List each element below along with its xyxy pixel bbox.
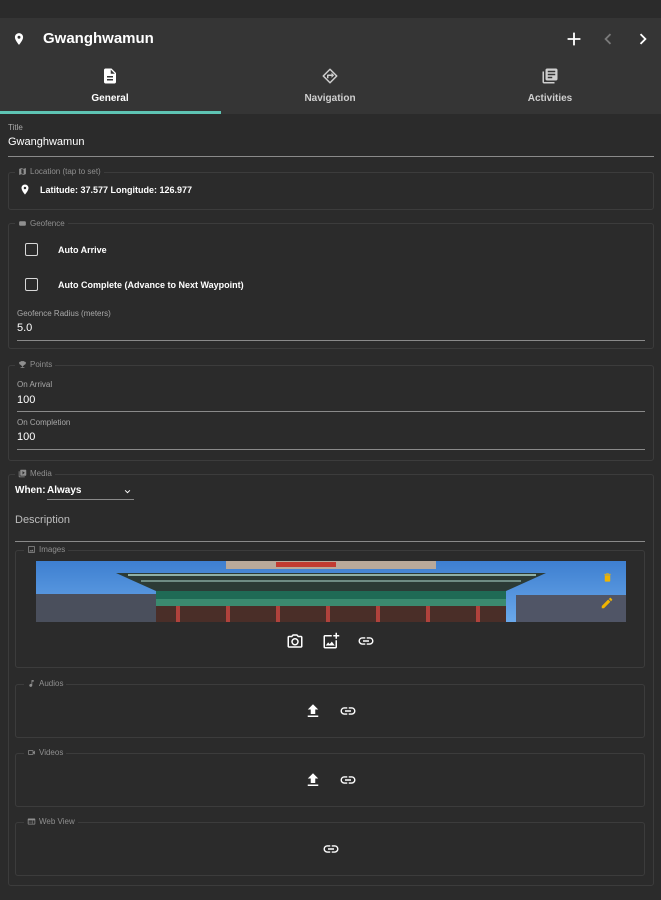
on-arrival-input[interactable]: 100	[17, 394, 35, 406]
upload-icon[interactable]	[304, 771, 324, 791]
edit-icon[interactable]	[600, 596, 614, 610]
location-value[interactable]: Latitude: 37.577 Longitude: 126.977	[40, 185, 192, 195]
media-legend: Media	[15, 469, 55, 478]
title-label: Title	[8, 123, 23, 132]
points-section	[8, 365, 654, 461]
upload-icon[interactable]	[304, 702, 324, 722]
image-icon	[28, 546, 35, 553]
geofence-legend: Geofence	[15, 219, 68, 228]
title-input[interactable]: Gwanghwamun	[8, 136, 84, 148]
description-underline	[15, 541, 645, 542]
images-legend-text: Images	[39, 545, 66, 554]
auto-complete-label: Auto Complete (Advance to Next Waypoint)	[58, 280, 244, 290]
on-completion-label: On Completion	[17, 418, 71, 427]
link-icon[interactable]	[339, 771, 359, 791]
document-icon	[101, 67, 119, 85]
when-dropdown[interactable]: When: Always	[15, 484, 134, 500]
page-title: Gwanghwamun	[43, 30, 154, 47]
when-label: When:	[15, 485, 46, 496]
audios-section	[15, 684, 645, 738]
when-underline	[47, 499, 134, 500]
location-pin-icon	[12, 30, 26, 48]
points-legend: Points	[15, 360, 56, 369]
videos-section	[15, 753, 645, 807]
web-icon	[27, 818, 36, 825]
media-icon	[18, 469, 27, 478]
on-arrival-label: On Arrival	[17, 380, 53, 389]
location-legend: Location (tap to set)	[15, 167, 104, 176]
geofence-radius-underline	[17, 340, 645, 341]
media-legend-text: Media	[30, 469, 52, 478]
link-icon[interactable]	[357, 632, 377, 652]
directions-icon	[321, 67, 339, 85]
chevron-left-icon[interactable]	[597, 28, 619, 50]
location-pin-icon	[19, 182, 31, 197]
location-legend-text: Location (tap to set)	[30, 167, 101, 176]
library-icon	[541, 67, 559, 85]
web-view-legend-text: Web View	[39, 817, 75, 826]
chevron-down-icon	[122, 486, 133, 497]
web-view-legend: Web View	[24, 817, 78, 826]
geofence-legend-text: Geofence	[30, 219, 65, 228]
tab-label: Activities	[527, 93, 573, 104]
tab-indicator	[0, 111, 221, 114]
tab-label: Navigation	[304, 93, 356, 104]
tab-label: General	[91, 93, 129, 104]
tab-bar: General Navigation Activities	[0, 60, 661, 114]
status-bar	[0, 0, 661, 18]
waypoint-image[interactable]	[36, 561, 626, 622]
music-note-icon	[29, 680, 34, 687]
auto-complete-checkbox[interactable]	[25, 278, 38, 291]
title-underline	[8, 156, 654, 157]
geofence-radius-label: Geofence Radius (meters)	[17, 309, 111, 318]
fence-icon	[19, 221, 26, 226]
audios-legend-text: Audios	[39, 679, 64, 688]
geofence-radius-input[interactable]: 5.0	[17, 322, 32, 334]
plus-icon[interactable]	[563, 28, 585, 50]
description-input[interactable]: Description	[15, 514, 70, 526]
app-bar: Gwanghwamun	[0, 18, 661, 60]
when-value: Always	[47, 485, 82, 496]
on-completion-underline	[17, 449, 645, 450]
trophy-icon	[19, 361, 26, 368]
tab-general[interactable]: General	[0, 60, 220, 114]
auto-arrive-checkbox[interactable]	[25, 243, 38, 256]
videos-legend-text: Videos	[39, 748, 64, 757]
audios-legend: Audios	[24, 679, 67, 688]
video-icon	[28, 750, 35, 755]
on-arrival-underline	[17, 411, 645, 412]
videos-legend: Videos	[24, 748, 67, 757]
link-icon[interactable]	[322, 840, 342, 860]
auto-arrive-label: Auto Arrive	[58, 245, 107, 255]
points-legend-text: Points	[30, 360, 53, 369]
chevron-right-icon[interactable]	[632, 28, 654, 50]
map-icon	[19, 168, 26, 175]
tab-navigation[interactable]: Navigation	[220, 60, 440, 114]
add-photo-icon[interactable]	[322, 632, 342, 652]
camera-icon[interactable]	[286, 632, 306, 652]
tab-activities[interactable]: Activities	[440, 60, 660, 114]
link-icon[interactable]	[339, 702, 359, 722]
delete-icon[interactable]	[602, 571, 613, 584]
on-completion-input[interactable]: 100	[17, 431, 35, 443]
images-legend: Images	[24, 545, 69, 554]
